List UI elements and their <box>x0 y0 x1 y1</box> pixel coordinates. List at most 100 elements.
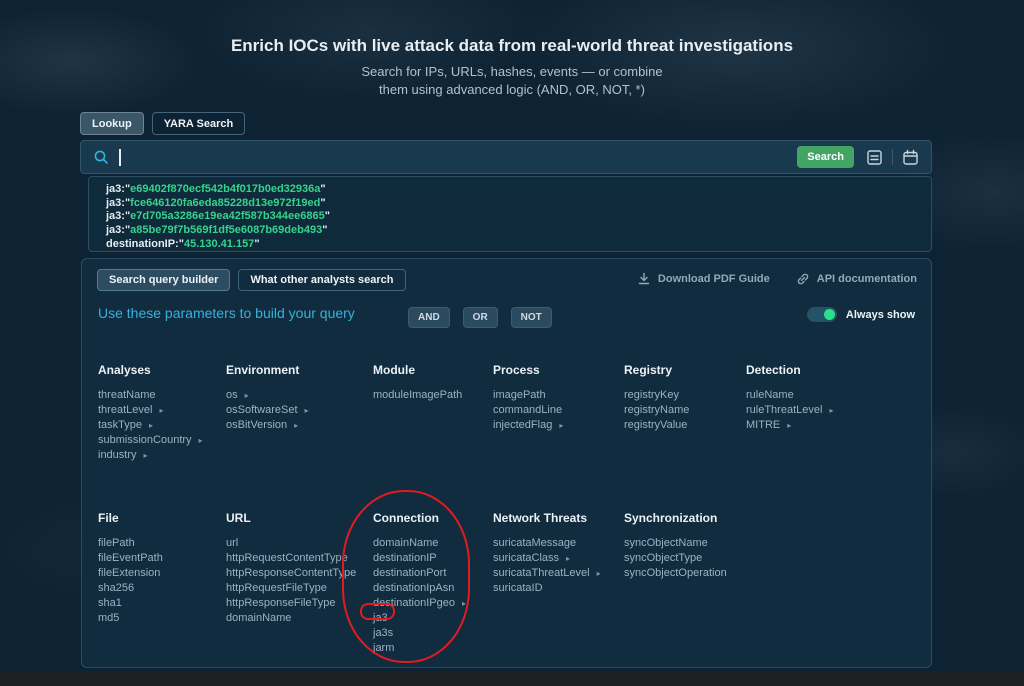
param-url[interactable]: url <box>226 536 356 551</box>
query-field: ja3:" <box>106 210 130 222</box>
expand-arrow-icon: ▸ <box>149 421 153 430</box>
param-destinationIpAsn[interactable]: destinationIpAsn <box>373 581 466 596</box>
tab-yara-search[interactable]: YARA Search <box>152 112 246 135</box>
param-group-process: Process imagePath commandLine injectedFl… <box>493 363 563 433</box>
param-ja3s[interactable]: ja3s <box>373 626 466 641</box>
param-os[interactable]: os▸ <box>226 388 309 403</box>
query-example[interactable]: ja3:"a85be79f7b569f1df5e6087b69deb493" <box>106 224 931 238</box>
operator-or-badge[interactable]: OR <box>463 307 498 328</box>
icon-divider <box>892 149 893 165</box>
tab-lookup[interactable]: Lookup <box>80 112 144 135</box>
param-ruleName[interactable]: ruleName <box>746 388 833 403</box>
always-show-control: Always show <box>807 307 915 322</box>
param-md5[interactable]: md5 <box>98 611 163 626</box>
param-osBitVersion[interactable]: osBitVersion▸ <box>226 418 309 433</box>
expand-arrow-icon: ▸ <box>245 391 249 400</box>
expand-arrow-icon: ▸ <box>294 421 298 430</box>
saved-queries-icon[interactable] <box>866 149 883 166</box>
param-threatName[interactable]: threatName <box>98 388 203 403</box>
param-fileEventPath[interactable]: fileEventPath <box>98 551 163 566</box>
param-syncObjectName[interactable]: syncObjectName <box>624 536 727 551</box>
param-group-module: Module moduleImagePath <box>373 363 462 403</box>
builder-links: Download PDF Guide API documentation <box>637 272 917 286</box>
param-suricataThreatLevel[interactable]: suricataThreatLevel▸ <box>493 566 601 581</box>
query-quote: " <box>320 197 325 209</box>
search-mode-tabs: Lookup YARA Search <box>80 112 245 135</box>
query-examples-panel: ja3:"e69402f870ecf542b4f017b0ed32936a" j… <box>88 176 932 252</box>
query-quote: " <box>322 224 327 236</box>
param-registryValue[interactable]: registryValue <box>624 418 689 433</box>
calendar-icon[interactable] <box>902 149 919 166</box>
link-icon <box>796 272 810 286</box>
expand-arrow-icon: ▸ <box>159 406 163 415</box>
param-ja3[interactable]: ja3 <box>373 611 466 626</box>
param-destinationIPgeo[interactable]: destinationIPgeo▸ <box>373 596 466 611</box>
param-suricataMessage[interactable]: suricataMessage <box>493 536 601 551</box>
param-commandLine[interactable]: commandLine <box>493 403 563 418</box>
param-registryKey[interactable]: registryKey <box>624 388 689 403</box>
expand-arrow-icon: ▸ <box>305 406 309 415</box>
param-group-synchronization: Synchronization syncObjectName syncObjec… <box>624 511 727 581</box>
query-example[interactable]: ja3:"e7d705a3286e19ea42f587b344ee6865" <box>106 210 931 224</box>
param-MITRE[interactable]: MITRE▸ <box>746 418 833 433</box>
download-pdf-guide-link[interactable]: Download PDF Guide <box>637 272 770 286</box>
param-domainName[interactable]: domainName <box>373 536 466 551</box>
builder-hint-text: Use these parameters to build your query <box>98 305 355 321</box>
param-osSoftwareSet[interactable]: osSoftwareSet▸ <box>226 403 309 418</box>
toggle-knob <box>824 309 835 320</box>
param-imagePath[interactable]: imagePath <box>493 388 563 403</box>
search-button[interactable]: Search <box>797 146 854 168</box>
query-example[interactable]: destinationIP:"45.130.41.157" <box>106 238 931 252</box>
search-input[interactable] <box>123 150 798 165</box>
param-injectedFlag[interactable]: injectedFlag▸ <box>493 418 563 433</box>
api-documentation-link[interactable]: API documentation <box>796 272 917 286</box>
group-title: Process <box>493 363 563 377</box>
search-bar: Search <box>80 140 932 174</box>
param-threatLevel[interactable]: threatLevel▸ <box>98 403 203 418</box>
param-destinationIP[interactable]: destinationIP <box>373 551 466 566</box>
param-jarm[interactable]: jarm <box>373 641 466 656</box>
param-suricataID[interactable]: suricataID <box>493 581 601 596</box>
page-subtitle-line2: them using advanced logic (AND, OR, NOT,… <box>0 82 1024 97</box>
param-httpRequestFileType[interactable]: httpRequestFileType <box>226 581 356 596</box>
expand-arrow-icon: ▸ <box>787 421 791 430</box>
param-fileExtension[interactable]: fileExtension <box>98 566 163 581</box>
group-title: URL <box>226 511 356 525</box>
param-filePath[interactable]: filePath <box>98 536 163 551</box>
param-sha256[interactable]: sha256 <box>98 581 163 596</box>
param-group-file: File filePath fileEventPath fileExtensio… <box>98 511 163 626</box>
group-title: Connection <box>373 511 466 525</box>
param-httpResponseContentType[interactable]: httpResponseContentType <box>226 566 356 581</box>
expand-arrow-icon: ▸ <box>566 554 570 563</box>
param-group-environment: Environment os▸ osSoftwareSet▸ osBitVers… <box>226 363 309 433</box>
query-example[interactable]: ja3:"fce646120fa6eda85228d13e972f19ed" <box>106 197 931 211</box>
param-httpRequestContentType[interactable]: httpRequestContentType <box>226 551 356 566</box>
download-icon <box>637 272 651 286</box>
operator-and-badge[interactable]: AND <box>408 307 450 328</box>
param-domainName[interactable]: domainName <box>226 611 356 626</box>
param-suricataClass[interactable]: suricataClass▸ <box>493 551 601 566</box>
param-httpResponseFileType[interactable]: httpResponseFileType <box>226 596 356 611</box>
expand-arrow-icon: ▸ <box>144 451 148 460</box>
param-industry[interactable]: industry▸ <box>98 448 203 463</box>
param-syncObjectType[interactable]: syncObjectType <box>624 551 727 566</box>
param-destinationPort[interactable]: destinationPort <box>373 566 466 581</box>
always-show-toggle[interactable] <box>807 307 837 322</box>
query-example[interactable]: ja3:"e69402f870ecf542b4f017b0ed32936a" <box>106 183 931 197</box>
param-ruleThreatLevel[interactable]: ruleThreatLevel▸ <box>746 403 833 418</box>
param-moduleImagePath[interactable]: moduleImagePath <box>373 388 462 403</box>
param-sha1[interactable]: sha1 <box>98 596 163 611</box>
page-subtitle-line1: Search for IPs, URLs, hashes, events — o… <box>0 64 1024 79</box>
query-value: fce646120fa6eda85228d13e972f19ed <box>130 197 320 209</box>
search-query-builder-button[interactable]: Search query builder <box>97 269 230 291</box>
param-taskType[interactable]: taskType▸ <box>98 418 203 433</box>
operator-not-badge[interactable]: NOT <box>511 307 552 328</box>
param-submissionCountry[interactable]: submissionCountry▸ <box>98 433 203 448</box>
what-other-analysts-search-button[interactable]: What other analysts search <box>238 269 405 291</box>
expand-arrow-icon: ▸ <box>559 421 563 430</box>
query-value: 45.130.41.157 <box>184 238 254 250</box>
param-syncObjectOperation[interactable]: syncObjectOperation <box>624 566 727 581</box>
param-group-connection: Connection domainName destinationIP dest… <box>373 511 466 656</box>
param-registryName[interactable]: registryName <box>624 403 689 418</box>
query-field: ja3:" <box>106 197 130 209</box>
